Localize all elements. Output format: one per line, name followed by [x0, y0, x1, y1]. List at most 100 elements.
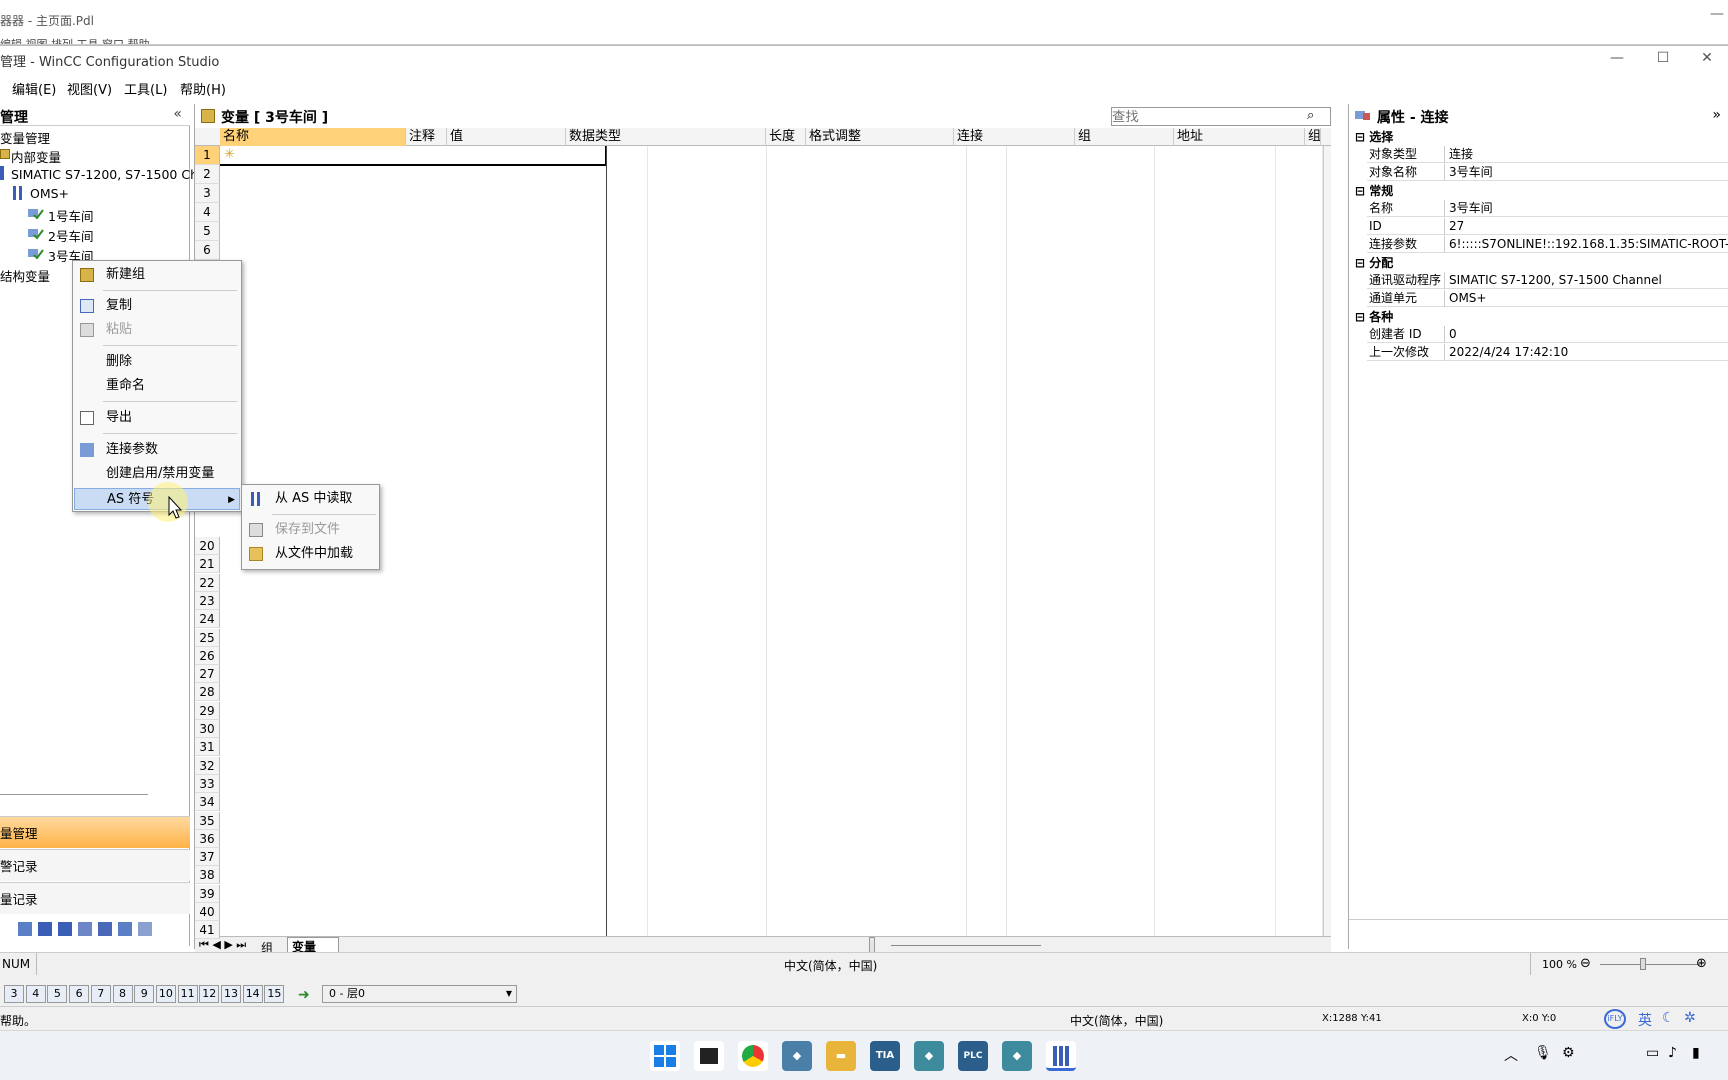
row-number[interactable]: 35: [195, 811, 220, 830]
editor-icon[interactable]: [78, 922, 92, 936]
menu-item-load-from-file[interactable]: 从文件中加载: [243, 543, 379, 565]
property-value[interactable]: 2022/4/24 17:42:10: [1449, 344, 1728, 361]
property-value[interactable]: 连接: [1449, 146, 1728, 163]
property-value[interactable]: 3号车间: [1449, 164, 1728, 181]
windows-icon[interactable]: [650, 1041, 680, 1071]
property-row[interactable]: 通讯驱动程序 SIMATIC S7-1200, S7-1500 Channel: [1367, 272, 1728, 289]
tray-settings-icon[interactable]: ⚙: [1562, 1045, 1575, 1061]
tree-item-internal-tags[interactable]: 内部变量: [11, 147, 61, 166]
row-number[interactable]: 21: [195, 555, 220, 574]
ime-language[interactable]: 英: [1638, 1010, 1652, 1030]
row-number[interactable]: 6: [195, 241, 220, 260]
expand-icon[interactable]: »: [1712, 107, 1721, 123]
property-row[interactable]: 对象类型 连接: [1367, 146, 1728, 163]
minimize-button[interactable]: —: [1594, 47, 1640, 69]
row-number[interactable]: 37: [195, 848, 220, 867]
property-row[interactable]: 上一次修改 2022/4/24 17:42:10: [1367, 344, 1728, 361]
column-header-group[interactable]: 组: [1075, 128, 1174, 146]
network-icon[interactable]: ▭: [1646, 1045, 1659, 1061]
tree-item-structure-tags[interactable]: 结构变量: [0, 266, 50, 285]
column-header-datatype[interactable]: 数据类型: [566, 128, 766, 146]
configstudio-icon[interactable]: [1046, 1041, 1076, 1071]
zoom-out-icon[interactable]: ⊖: [1580, 956, 1591, 971]
layer-button[interactable]: 13: [221, 985, 241, 1003]
row-number[interactable]: 34: [195, 793, 220, 812]
row-number[interactable]: 20: [195, 537, 220, 555]
row-number[interactable]: 3: [195, 184, 220, 203]
row-number[interactable]: 30: [195, 720, 220, 738]
menu-view[interactable]: 视图(V): [67, 79, 112, 98]
plcsim-icon[interactable]: PLC: [958, 1041, 988, 1071]
menu-item-save-to-file[interactable]: 保存到文件: [243, 519, 379, 541]
row-number[interactable]: 32: [195, 756, 220, 775]
property-value[interactable]: 6!:::::S7ONLINE!::192.168.1.35:SIMATIC-R…: [1449, 236, 1728, 253]
layer-button[interactable]: 15: [264, 985, 285, 1003]
simatic-icon[interactable]: ◆: [1002, 1041, 1032, 1071]
scrollbar-thumb[interactable]: [869, 937, 875, 953]
menu-item-delete[interactable]: 删除: [74, 351, 240, 373]
column-header-address[interactable]: 地址: [1174, 128, 1305, 146]
apply-arrow-icon[interactable]: ➜: [298, 987, 310, 1003]
row-number[interactable]: 33: [195, 774, 220, 793]
menu-item-rename[interactable]: 重命名: [74, 375, 240, 397]
property-row[interactable]: 通道单元 OMS+: [1367, 290, 1728, 307]
layer-button[interactable]: 10: [155, 985, 176, 1003]
property-value[interactable]: SIMATIC S7-1200, S7-1500 Channel: [1449, 272, 1728, 289]
property-section[interactable]: ⊟ 分配: [1355, 254, 1393, 270]
layer-button[interactable]: 14: [242, 985, 263, 1003]
tray-expand-icon[interactable]: ︿: [1504, 1045, 1518, 1065]
collapse-section-icon[interactable]: ⊟: [1355, 256, 1369, 270]
row-number[interactable]: 29: [195, 701, 220, 720]
row-number[interactable]: 41: [195, 921, 220, 940]
row-number[interactable]: 5: [195, 222, 220, 241]
menu-edit[interactable]: 编辑(E): [12, 79, 56, 98]
column-header-extra[interactable]: 组: [1305, 128, 1321, 146]
row-number[interactable]: 39: [195, 884, 220, 903]
row-number[interactable]: 26: [195, 646, 220, 665]
row-number[interactable]: 40: [195, 903, 220, 921]
menu-item-create-enable-disable-tags[interactable]: 创建启用/禁用变量: [74, 463, 240, 485]
editor-icon[interactable]: [98, 922, 112, 936]
tia-icon[interactable]: TIA: [870, 1041, 900, 1071]
search-icon[interactable]: ⌕: [1307, 108, 1314, 123]
folder-icon[interactable]: ▬: [826, 1041, 856, 1071]
column-header-name[interactable]: 名称: [220, 128, 406, 146]
editor-icon[interactable]: [138, 922, 152, 936]
property-value[interactable]: 0: [1449, 326, 1728, 343]
ime-logo-icon[interactable]: iFLY: [1604, 1009, 1626, 1029]
property-row[interactable]: ID 27: [1367, 218, 1728, 235]
menu-item-export[interactable]: 导出: [74, 407, 240, 429]
ime-settings-icon[interactable]: ✲: [1684, 1010, 1696, 1026]
layer-button[interactable]: 4: [25, 985, 46, 1003]
column-header-connection[interactable]: 连接: [954, 128, 1075, 146]
property-row[interactable]: 创建者 ID 0: [1367, 326, 1728, 343]
collapse-section-icon[interactable]: ⊟: [1355, 184, 1369, 198]
property-section[interactable]: ⊟ 常规: [1355, 182, 1393, 198]
collapse-icon[interactable]: «: [173, 106, 182, 122]
close-button[interactable]: ✕: [1684, 47, 1728, 69]
layer-button[interactable]: 7: [90, 985, 111, 1003]
moon-icon[interactable]: ☾: [1662, 1010, 1675, 1026]
nav-alarm-logging[interactable]: 警记录: [0, 849, 190, 881]
editor-icon[interactable]: [38, 922, 52, 936]
volume-icon[interactable]: ♪: [1668, 1045, 1677, 1061]
editor-icon[interactable]: [58, 922, 72, 936]
selected-name-cell[interactable]: ✳: [220, 146, 607, 166]
collapse-section-icon[interactable]: ⊟: [1355, 130, 1369, 144]
horizontal-scrollbar[interactable]: [891, 945, 1041, 946]
tree-item-connection-2[interactable]: 2号车间: [48, 226, 93, 245]
property-section[interactable]: ⊟ 选择: [1355, 128, 1393, 144]
menu-tools[interactable]: 工具(L): [124, 79, 167, 98]
tab-nav-arrows[interactable]: ⏮ ◀ ▶ ⏭: [199, 938, 246, 952]
editor-icon[interactable]: [118, 922, 132, 936]
row-number[interactable]: 36: [195, 829, 220, 848]
wincc2-icon[interactable]: ◆: [914, 1041, 944, 1071]
layer-button[interactable]: 12: [199, 985, 220, 1003]
background-close-icon[interactable]: —: [1710, 6, 1724, 22]
menu-item-new-group[interactable]: 新建组: [74, 264, 240, 286]
layer-button[interactable]: 11: [177, 985, 198, 1003]
property-value[interactable]: 3号车间: [1449, 200, 1728, 217]
property-row[interactable]: 连接参数 6!:::::S7ONLINE!::192.168.1.35:SIMAT…: [1367, 236, 1728, 253]
menu-item-read-from-as[interactable]: 从 AS 中读取: [243, 488, 379, 510]
menu-help[interactable]: 帮助(H): [180, 79, 226, 98]
